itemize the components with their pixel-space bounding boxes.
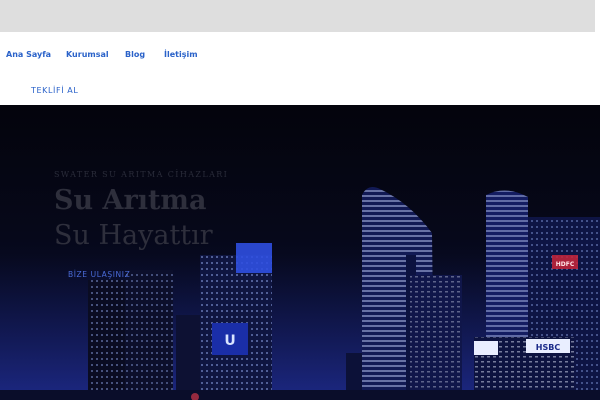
main-navigation: Ana Sayfa Kurumsal Blog İletişim TEKLİFİ…	[0, 32, 600, 105]
sign-u: U	[224, 333, 235, 349]
sign-red: HDFC	[556, 261, 575, 268]
nav-item-contact[interactable]: İletişim	[164, 50, 198, 59]
hero-title-line-2: Su Hayattır	[54, 220, 213, 251]
hero-title-line-1: Su Arıtma	[54, 185, 207, 216]
nav-item-blog[interactable]: Blog	[125, 50, 145, 59]
top-banner	[0, 0, 595, 32]
hero-banner: U HDFC HSBC SWATER SU ARITMA CİHAZLARI S…	[0, 105, 600, 400]
building-left	[88, 270, 173, 400]
nav-item-home[interactable]: Ana Sayfa	[6, 50, 51, 59]
nav-item-corporate[interactable]: Kurumsal	[66, 50, 109, 59]
contact-us-button[interactable]: BİZE ULAŞINIZ	[68, 270, 130, 279]
hero-tagline: SWATER SU ARITMA CİHAZLARI	[54, 170, 229, 179]
sign-bank: HSBC	[536, 343, 561, 352]
get-quote-button[interactable]: TEKLİFİ AL	[31, 86, 78, 95]
city-skyline-image: U HDFC HSBC	[0, 187, 600, 400]
